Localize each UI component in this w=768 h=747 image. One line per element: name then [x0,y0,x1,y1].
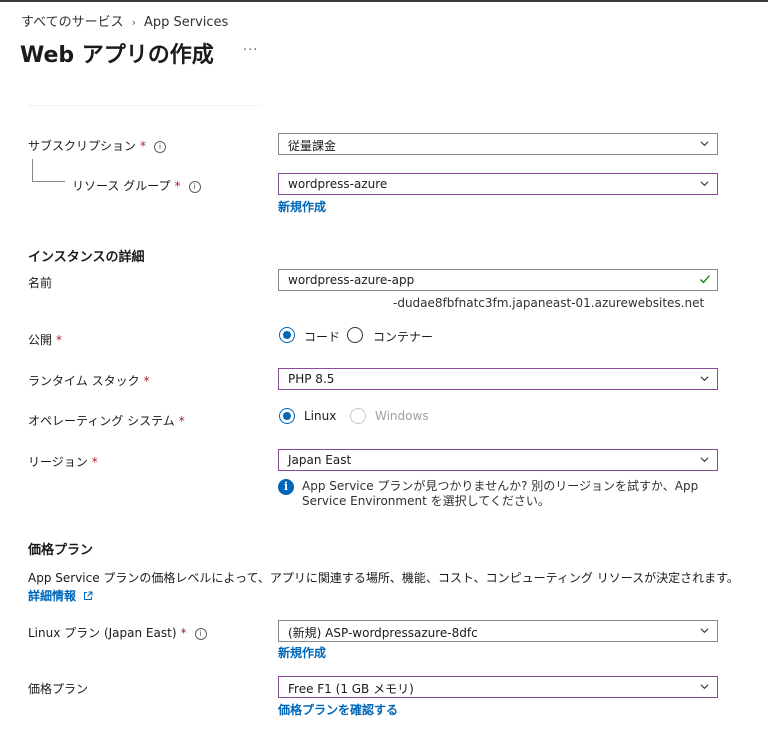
more-options-button[interactable]: ··· [243,43,258,58]
linux-plan-dropdown[interactable]: (新規) ASP-wordpressazure-8dfc [278,620,718,642]
name-value: wordpress-azure-app [288,273,415,287]
resource-group-create-new-link[interactable]: 新規作成 [278,198,326,215]
chevron-down-icon [700,141,709,147]
chevron-down-icon [700,457,709,463]
info-filled-icon: i [278,479,294,495]
learn-more-link[interactable]: 詳細情報 [28,587,93,604]
tree-connector [32,159,65,182]
instance-details-heading: インスタンスの詳細 [28,250,145,265]
subscription-value: 従量課金 [288,139,337,153]
linux-plan-label: Linux プラン (Japan East) * i [28,624,207,641]
pricing-tier-value: Free F1 (1 GB メモリ) [288,682,414,696]
pricing-plan-heading: 価格プラン [28,543,94,558]
runtime-stack-label: ランタイム スタック * [28,372,150,389]
required-marker: * [178,414,185,428]
region-info-message: App Service プランが見つかりませんか? 別のリージョンを試すか、Ap… [302,479,699,508]
name-label: 名前 [28,276,53,290]
pricing-tier-label: 価格プラン [28,682,89,696]
publish-code-label[interactable]: コード [304,328,340,345]
explore-pricing-plans-link[interactable]: 価格プランを確認する [278,701,398,718]
region-value: Japan East [288,453,352,467]
pricing-plan-description: App Service プランの価格レベルによって、アプリに関連する場所、機能、… [28,571,739,585]
os-windows-radio [350,408,366,424]
chevron-down-icon [700,628,709,634]
runtime-stack-dropdown[interactable]: PHP 8.5 [278,368,718,390]
linux-plan-value: (新規) ASP-wordpressazure-8dfc [288,626,478,640]
os-windows-label: Windows [375,409,429,423]
required-marker: * [180,626,187,640]
info-icon[interactable]: i [188,181,201,193]
resource-group-label: リソース グループ * i [72,177,201,194]
external-link-icon [84,591,93,600]
required-marker: * [91,455,98,469]
scrolled-content-remnant [28,105,262,110]
chevron-down-icon [700,376,709,382]
resource-group-value: wordpress-azure [288,177,388,191]
learn-more-text: 詳細情報 [28,589,77,603]
name-domain-suffix: -dudae8fbfnatc3fm.japaneast-01.azurewebs… [393,296,705,310]
page-title: Web アプリの作成 [20,43,214,68]
publish-container-radio[interactable] [347,327,363,343]
required-marker: * [140,139,147,153]
publish-container-label[interactable]: コンテナー [373,328,433,345]
info-icon[interactable]: i [154,141,167,153]
required-marker: * [143,374,150,388]
chevron-down-icon [700,684,709,690]
name-input[interactable]: wordpress-azure-app [278,269,718,291]
pricing-tier-dropdown[interactable]: Free F1 (1 GB メモリ) [278,676,718,698]
resource-group-label-text: リソース グループ [72,179,171,193]
info-icon[interactable]: i [194,628,207,640]
region-label-text: リージョン [28,455,88,469]
publish-code-radio[interactable] [279,327,295,343]
os-linux-label[interactable]: Linux [304,409,336,423]
subscription-label-text: サブスクリプション [28,139,137,153]
linux-plan-label-text: Linux プラン (Japan East) [28,626,177,640]
runtime-stack-label-text: ランタイム スタック [28,374,140,388]
breadcrumb-all-services[interactable]: すべてのサービス [21,15,124,30]
region-label: リージョン * [28,453,98,470]
region-dropdown[interactable]: Japan East [278,449,718,471]
linux-plan-create-new-link[interactable]: 新規作成 [278,644,326,661]
subscription-label: サブスクリプション * i [28,137,167,154]
required-marker: * [56,333,63,347]
subscription-dropdown[interactable]: 従量課金 [278,133,718,155]
os-label: オペレーティング システム * [28,412,185,429]
top-border [0,0,768,2]
checkmark-icon [700,275,710,284]
publish-label-text: 公開 [28,333,53,347]
os-linux-radio[interactable] [279,408,295,424]
publish-label: 公開 * [28,331,62,348]
chevron-down-icon [700,181,709,187]
runtime-stack-value: PHP 8.5 [288,372,335,386]
breadcrumb-app-services[interactable]: App Services [144,15,228,30]
required-marker: * [174,179,181,193]
os-label-text: オペレーティング システム [28,414,175,428]
resource-group-dropdown[interactable]: wordpress-azure [278,173,718,195]
breadcrumb: すべてのサービス › App Services [21,11,228,30]
breadcrumb-separator: › [131,16,136,29]
